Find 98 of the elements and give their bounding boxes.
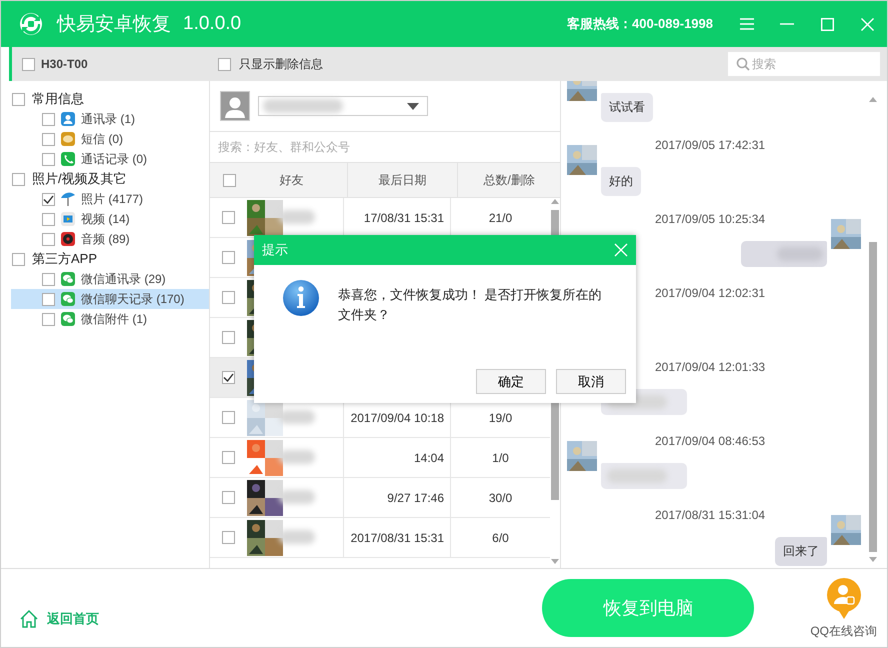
message-time: 2017/09/04 12:02:31 [655, 286, 766, 300]
message-bubble-icon [61, 132, 75, 146]
column-header[interactable]: 总数/删除 [457, 163, 560, 197]
table-cell: 19/0 [488, 410, 512, 424]
row-checkbox[interactable] [222, 531, 236, 544]
account-dropdown[interactable] [258, 96, 428, 116]
sidebar-item[interactable]: 通话记录 (0) [11, 149, 209, 169]
chat-bubbles-icon [61, 272, 75, 286]
phone-icon [61, 152, 75, 166]
category-label: 第三方APP [32, 250, 98, 268]
confirm-button[interactable]: 确定 [476, 369, 546, 394]
table-cell: 17/08/31 15:31 [364, 210, 444, 224]
row-checkbox[interactable] [222, 491, 236, 504]
column-header[interactable]: 最后日期 [346, 163, 458, 197]
table-cell: 2017/09/04 10:18 [350, 410, 444, 424]
row-checkbox[interactable] [222, 371, 236, 384]
sidebar-item[interactable]: 短信 (0) [11, 129, 209, 149]
device-checkbox[interactable] [22, 58, 35, 70]
umbrella-icon [61, 192, 75, 206]
category-checkbox[interactable] [12, 172, 25, 186]
table-cell: 9/27 17:46 [387, 490, 444, 504]
message-time: 2017/08/31 15:31:04 [655, 508, 766, 522]
support-agent-icon [824, 576, 863, 620]
sidebar-item[interactable]: 微信聊天记录 (170) [11, 289, 209, 309]
item-checkbox[interactable] [42, 112, 55, 126]
video-player-icon [61, 212, 75, 226]
row-checkbox[interactable] [222, 331, 236, 344]
message-time: 2017/09/05 10:25:34 [655, 212, 766, 226]
friend-search-field[interactable]: 搜索：好友、群和公众号 [218, 140, 548, 154]
item-checkbox[interactable] [42, 132, 55, 146]
vinyl-disc-icon [61, 232, 75, 246]
menu-icon [740, 18, 754, 30]
row-checkbox[interactable] [222, 451, 236, 464]
chat-bubbles-icon [61, 312, 75, 326]
table-cell: 1/0 [492, 450, 509, 464]
dialog-message: 恭喜您，文件恢复成功！ 是否打开恢复所在的文件夹？ [338, 286, 603, 324]
search-icon [736, 57, 750, 71]
close-icon [860, 18, 874, 30]
blurred-name [279, 450, 316, 464]
home-icon [19, 609, 39, 629]
sidebar-item[interactable]: 照片 (4177) [11, 189, 209, 209]
item-checkbox[interactable] [42, 152, 55, 166]
item-checkbox[interactable] [42, 232, 55, 246]
blurred-name [279, 410, 316, 424]
item-checkbox[interactable] [42, 212, 55, 226]
table-cell: 2017/08/31 15:31 [350, 530, 444, 544]
message-bubble: 好的 [601, 167, 641, 196]
search-field[interactable]: 搜索 [728, 52, 880, 76]
sidebar-item[interactable]: 音频 (89) [11, 229, 209, 249]
blurred-name [279, 490, 316, 504]
sidebar-item[interactable]: 微信通讯录 (29) [11, 269, 209, 289]
scrollbar[interactable] [868, 97, 877, 562]
message-time: 2017/09/04 12:01:33 [655, 360, 766, 374]
category-label: 常用信息 [32, 90, 84, 108]
item-checkbox[interactable] [42, 292, 55, 306]
contact-card-icon [61, 112, 75, 126]
sidebar-item[interactable]: 通讯录 (1) [11, 109, 209, 129]
message-bubble: 试试看 [601, 93, 653, 122]
deleted-only-checkbox[interactable] [218, 58, 231, 70]
cancel-button[interactable]: 取消 [556, 369, 626, 394]
table-cell: 21/0 [488, 210, 512, 224]
item-checkbox[interactable] [42, 312, 55, 326]
message-time: 2017/09/05 17:42:31 [655, 138, 766, 152]
category-label: 照片/视频及其它 [32, 170, 127, 188]
dropdown-arrow-icon [407, 102, 419, 110]
dialog-title: 提示 [262, 241, 288, 259]
close-button[interactable] [614, 243, 628, 257]
message-bubble: 回来了 [775, 537, 827, 566]
version-label: 1.0.0.0 [183, 13, 242, 35]
category-checkbox[interactable] [12, 252, 25, 266]
hotline-label: 客服热线：400-089-1998 [567, 15, 713, 33]
chat-bubbles-icon [61, 292, 75, 306]
table-cell: 30/0 [488, 490, 512, 504]
device-name: H30-T00 [41, 57, 88, 71]
avatar-icon [220, 91, 250, 121]
message-time: 2017/09/04 08:46:53 [655, 434, 766, 448]
sidebar-item[interactable]: 视频 (14) [11, 209, 209, 229]
row-checkbox[interactable] [222, 251, 236, 264]
row-checkbox[interactable] [222, 411, 236, 424]
table-cell: 6/0 [492, 530, 509, 544]
deleted-only-label: 只显示删除信息 [239, 56, 323, 72]
item-checkbox[interactable] [42, 272, 55, 286]
consult-label[interactable]: QQ在线咨询 [810, 622, 877, 640]
sidebar-item[interactable]: 微信附件 (1) [11, 309, 209, 329]
info-icon [282, 279, 320, 317]
blurred-name [279, 210, 316, 224]
row-checkbox[interactable] [222, 211, 236, 224]
app-title: 快易安卓恢复 [57, 13, 171, 37]
table-cell: 14:04 [414, 450, 444, 464]
column-header[interactable]: 好友 [236, 163, 347, 197]
select-all-checkbox[interactable] [222, 174, 236, 186]
app-logo-icon [19, 12, 43, 36]
minimize-icon [780, 23, 794, 25]
maximize-icon [820, 18, 834, 30]
category-checkbox[interactable] [12, 92, 25, 106]
item-checkbox[interactable] [42, 192, 55, 206]
blurred-name [279, 530, 316, 544]
row-checkbox[interactable] [222, 291, 236, 304]
